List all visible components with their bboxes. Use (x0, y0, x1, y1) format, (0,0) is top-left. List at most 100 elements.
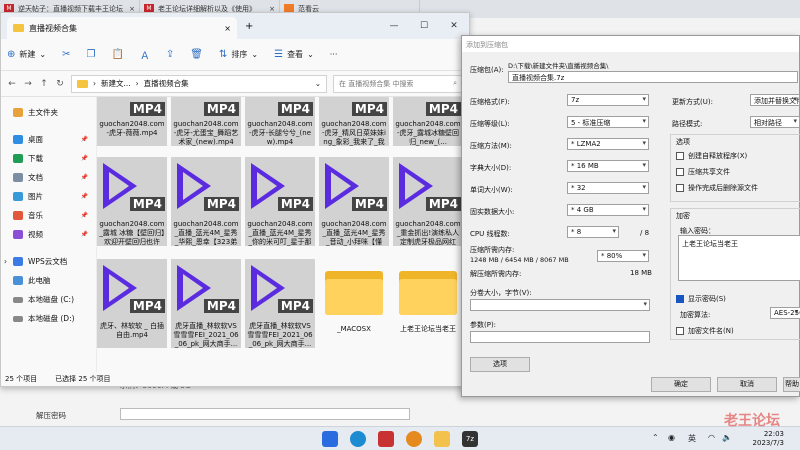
address-bar[interactable]: › 新建文... › 直播视频合集 ⌄ (71, 74, 327, 93)
folder-item[interactable]: _MACOSX (319, 259, 389, 334)
background-password-input[interactable] (120, 408, 410, 420)
file-explorer-icon[interactable] (434, 431, 450, 447)
format-select[interactable]: 7z (567, 94, 649, 106)
nav-item-documents[interactable]: 文档 📌 (1, 168, 96, 187)
video-file-item[interactable]: MP4 guochan2048.com_重金抓出!演练私人定制虎牙极品网红美... (393, 157, 463, 246)
nav-item-videos[interactable]: 视频 📌 (1, 225, 96, 244)
search-input[interactable]: 在 直播视频合集 中搜索 ⌕ (333, 74, 463, 93)
video-file-item[interactable]: MP4 guochan2048.com-虎牙-薇薇.mp4 (97, 97, 167, 146)
chevron-down-icon: ⌄ (307, 50, 314, 59)
rename-icon[interactable]: Ａ (140, 47, 150, 62)
network-icon[interactable]: ◉ (668, 433, 675, 442)
nav-item-desktop[interactable]: 桌面 📌 (1, 130, 96, 149)
params-input[interactable] (470, 331, 650, 343)
file-name: guochan2048.com_露城 冰糖【壁回归】欢迎开壁回归也许这... (97, 219, 167, 246)
options-group-title: 选项 (676, 138, 690, 146)
method-select[interactable]: * LZMA2 (567, 138, 649, 150)
path-mode-select[interactable]: 相对路径 (750, 116, 800, 128)
nav-item-this-pc[interactable]: 此电脑 (1, 271, 96, 290)
close-icon[interactable]: × (224, 24, 231, 33)
memory-percent-select[interactable]: * 80% (597, 250, 649, 262)
help-button[interactable]: 帮助 (783, 377, 800, 392)
split-label: 分卷大小，字节(V): (470, 289, 532, 297)
split-select[interactable] (470, 299, 650, 311)
sfx-checkbox[interactable]: 创建自释放程序(X) (676, 151, 747, 161)
level-select[interactable]: 5 - 标准压缩 (567, 116, 649, 128)
ok-button[interactable]: 确定 (651, 377, 711, 392)
ime-indicator[interactable]: 英 (688, 433, 696, 444)
video-file-item[interactable]: MP4 guochan2048.com-虎牙-长腿兮兮_(new).mp4 (245, 97, 315, 146)
video-file-item[interactable]: MP4 guochan2048.com_露城 冰糖【壁回归】欢迎开壁回归也许这..… (97, 157, 167, 246)
nav-item-home[interactable]: 主文件夹 (1, 103, 96, 122)
password-input[interactable]: 上老王论坛当老王 (678, 235, 800, 281)
nav-item-music[interactable]: 音乐 📌 (1, 206, 96, 225)
solid-select[interactable]: * 4 GB (567, 204, 649, 216)
media-player-icon[interactable] (406, 431, 422, 447)
mp4-file-icon: MP4 (319, 97, 389, 119)
breadcrumb-item[interactable]: 直播视频合集 (144, 78, 189, 89)
nav-item-drive-c[interactable]: 本地磁盘 (C:) (1, 290, 96, 309)
up-arrow-icon[interactable]: ↑ (39, 79, 49, 89)
delete-icon[interactable]: 🗑 (190, 49, 203, 60)
forward-arrow-icon[interactable]: → (23, 79, 33, 89)
breadcrumb-item[interactable]: 新建文... (101, 78, 131, 89)
threads-select[interactable]: * 8 (567, 226, 619, 238)
update-select[interactable]: 添加并替换文件 (750, 94, 800, 106)
video-file-item[interactable]: MP4 虎牙、林软软 _ 白插 自由.mp4 (97, 259, 167, 348)
wifi-icon[interactable]: ◠ (708, 433, 715, 442)
cancel-button[interactable]: 取消 (717, 377, 777, 392)
video-file-item[interactable]: MP4 guochan2048.com-虎牙_精风日菜妹妹ing_象彩_我来了_我… (319, 97, 389, 146)
app-icon[interactable] (378, 431, 394, 447)
new-button[interactable]: ⊕ 新建 ⌄ (7, 49, 46, 60)
nav-item-wps-cloud[interactable]: › WPS云文档 (1, 252, 96, 271)
shared-files-checkbox[interactable]: 压缩共享文件 (676, 167, 730, 177)
share-icon[interactable]: ⇪ (166, 49, 174, 60)
chevron-down-icon[interactable]: ⌄ (315, 79, 321, 88)
mp4-badge: MP4 (129, 102, 165, 116)
delete-after-checkbox[interactable]: 操作完成后删除源文件 (676, 183, 758, 193)
decompress-memory-value: 18 MB (630, 269, 652, 277)
nav-item-pictures[interactable]: 图片 📌 (1, 187, 96, 206)
close-window-icon[interactable]: ✕ (439, 21, 469, 31)
nav-item-drive-d[interactable]: 本地磁盘 (D:) (1, 309, 96, 328)
start-icon[interactable] (322, 431, 338, 447)
file-name: guochan2048.com_直播_蓝光4M_星秀_华熙_恩幸【323弟粉..… (171, 219, 241, 246)
archive-name-input[interactable]: 直播视频合集.7z (508, 71, 798, 83)
video-file-item[interactable]: MP4 虎牙直播_林软软VS雪雪雪FEI_2021_06_06_pk_网大商手..… (245, 259, 315, 348)
maximize-icon[interactable]: ☐ (409, 21, 439, 31)
options-button[interactable]: 选项 (470, 357, 530, 372)
explorer-tab[interactable]: 直播视频合集 × (7, 17, 237, 39)
edge-browser-icon[interactable] (350, 431, 366, 447)
cloud-icon (13, 257, 23, 266)
video-file-item[interactable]: MP4 虎牙直播_林软软VS雪雪雪FEI_2021_06_06_pk_网大商手..… (171, 259, 241, 348)
cut-icon[interactable]: ✂ (62, 49, 70, 60)
minimize-icon[interactable]: — (379, 21, 409, 31)
back-arrow-icon[interactable]: ← (7, 79, 17, 89)
refresh-icon[interactable]: ↻ (55, 79, 65, 89)
dict-select[interactable]: * 16 MB (567, 160, 649, 172)
chevron-up-icon[interactable]: ⌃ (652, 433, 659, 442)
folder-item[interactable]: 上老王论坛当老王 (393, 259, 463, 334)
view-icon: ☰ (274, 49, 284, 60)
nav-item-downloads[interactable]: 下载 📌 (1, 149, 96, 168)
copy-icon[interactable]: ❐ (86, 49, 95, 60)
paste-icon[interactable]: 📋 (111, 49, 123, 60)
encrypt-names-checkbox[interactable]: 加密文件名(N) (676, 326, 734, 336)
video-icon (13, 230, 23, 239)
show-password-checkbox[interactable]: 显示密码(S) (676, 294, 726, 304)
video-file-item[interactable]: MP4 guochan2048.com_直播_蓝光4M_星秀_你的米可叮_星于那看… (245, 157, 315, 246)
7zip-icon[interactable]: 7z (462, 431, 478, 447)
view-button[interactable]: ☰ 查看 ⌄ (274, 49, 314, 60)
video-file-item[interactable]: MP4 guochan2048.com-虎牙_露城冰糖壁回归_new_(... (393, 97, 463, 146)
encryption-method-select[interactable]: AES-256 (770, 307, 800, 319)
video-file-item[interactable]: MP4 guochan2048.com-虎牙-尤蛋宝_舞蹈艺术家_(new).mp… (171, 97, 241, 146)
mp4-badge: MP4 (203, 102, 239, 116)
word-select[interactable]: * 32 (567, 182, 649, 194)
new-tab-icon[interactable]: + (245, 21, 253, 32)
video-file-item[interactable]: MP4 guochan2048.com_直播_蓝光4M_星秀_华熙_恩幸【323弟… (171, 157, 241, 246)
more-options-button[interactable]: ··· (330, 50, 338, 59)
volume-icon[interactable]: 🔈 (722, 433, 732, 442)
sort-button[interactable]: ⇅ 排序 ⌄ (219, 49, 258, 60)
video-file-item[interactable]: MP4 guochan2048.com_直播_蓝光4M_星秀_音动_小拜咪【懂猫.… (319, 157, 389, 246)
system-clock[interactable]: 22:03 2023/7/3 (753, 430, 784, 448)
